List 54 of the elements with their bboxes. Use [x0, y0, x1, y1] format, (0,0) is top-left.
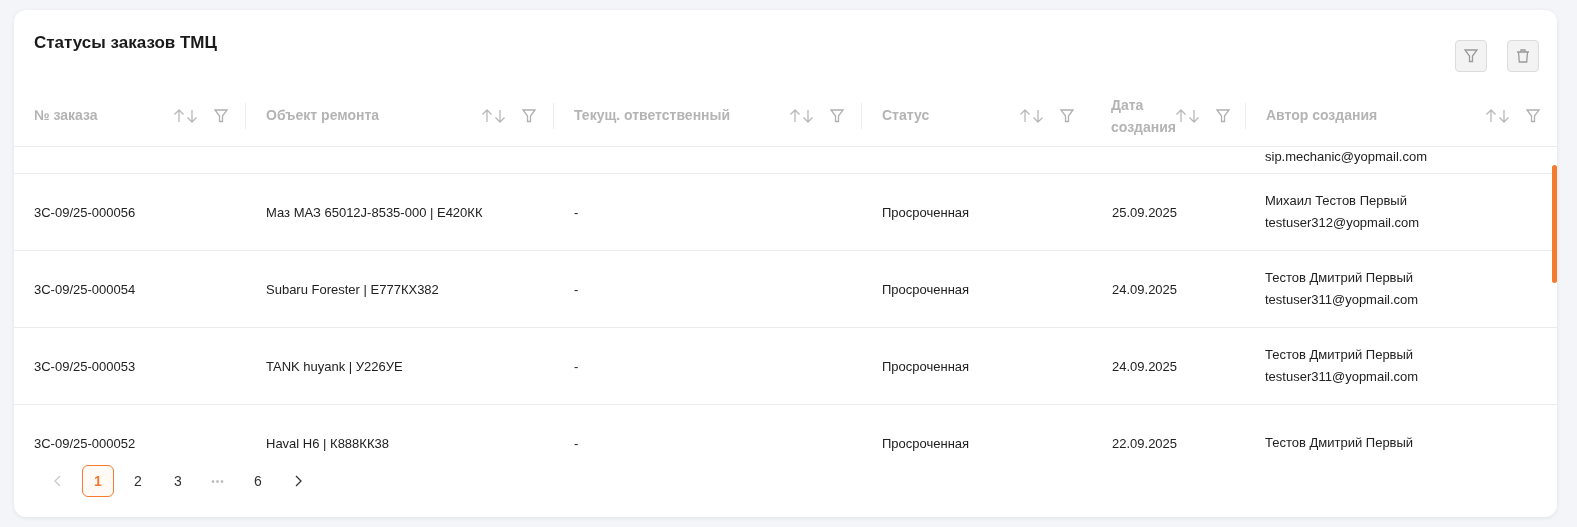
table-cell: -: [574, 359, 579, 374]
column-header: Объект ремонта: [266, 106, 381, 125]
sort-icon[interactable]: [173, 108, 199, 123]
filter-icon[interactable]: [1059, 107, 1075, 124]
table-cell: 22.09.2025: [1112, 436, 1178, 451]
filter-icon[interactable]: [521, 107, 537, 124]
column-header: Текущ. ответственный: [574, 106, 732, 125]
sort-icon[interactable]: [1175, 108, 1201, 123]
table-cell-text: sip.mechanic@yopmail.com: [1264, 148, 1428, 166]
table-cell-text: testuser311@yopmail.com: [1265, 291, 1420, 309]
table-cell: 3С-09/25-000053: [34, 359, 136, 374]
column-header: Дата создания: [1111, 95, 1175, 137]
table-cell: 25.09.2025: [1112, 205, 1178, 220]
trash-icon: [1515, 48, 1531, 64]
sort-icon[interactable]: [789, 108, 815, 123]
filter-icon[interactable]: [829, 107, 845, 124]
table-cell: -: [574, 436, 579, 451]
filter-icon[interactable]: [213, 107, 229, 124]
table-cell: 3С-09/25-000056: [34, 205, 136, 220]
page-title: Статусы заказов ТМЦ: [34, 32, 217, 55]
table-cell: Просроченная: [882, 205, 970, 220]
table-cell: 3С-09/25-000052: [34, 436, 136, 451]
sort-icon[interactable]: [481, 108, 507, 123]
table-cell: Маз МАЗ 65012J-8535-000 | Е420КК: [266, 205, 483, 220]
table-cell-text: Михаил Тестов Первый: [1265, 192, 1408, 210]
table-cell: -: [574, 282, 579, 297]
sort-icon[interactable]: [1485, 108, 1511, 123]
table-cell-text: Тестов Дмитрий Первый: [1265, 269, 1415, 287]
table-cell: Haval H6 | К888КК38: [266, 436, 389, 451]
chevron-right-icon: [293, 475, 303, 487]
column-header: Автор создания: [1266, 106, 1379, 125]
filter-button[interactable]: [1455, 40, 1487, 72]
column-header: Статус: [882, 106, 931, 125]
column-header: № заказа: [34, 106, 99, 125]
table-cell: 24.09.2025: [1112, 282, 1178, 297]
table-cell-text: Тестов Дмитрий Первый: [1265, 434, 1415, 452]
table-cell-text: Тестов Дмитрий Первый: [1265, 346, 1415, 364]
table-cell-text: testuser311@yopmail.com: [1265, 368, 1420, 386]
scrollbar-thumb[interactable]: [1552, 165, 1557, 283]
filter-icon[interactable]: [1215, 107, 1231, 124]
table-cell: TANK huyank | У226УЕ: [266, 359, 403, 374]
sort-icon[interactable]: [1019, 108, 1045, 123]
table-cell: 24.09.2025: [1112, 359, 1178, 374]
delete-button[interactable]: [1507, 40, 1539, 72]
filter-icon[interactable]: [1463, 48, 1479, 64]
table-cell: 3С-09/25-000054: [34, 282, 136, 297]
table-cell-text: testuser312@yopmail.com: [1265, 214, 1421, 232]
table-cell: Просроченная: [882, 282, 970, 297]
chevron-left-icon: [53, 475, 63, 487]
table-cell: Просроченная: [882, 359, 970, 374]
table-cell: -: [574, 205, 579, 220]
table-cell: Просроченная: [882, 436, 970, 451]
filter-icon[interactable]: [1525, 107, 1541, 124]
table-cell: Subaru Forester | Е777КХ382: [266, 282, 439, 297]
